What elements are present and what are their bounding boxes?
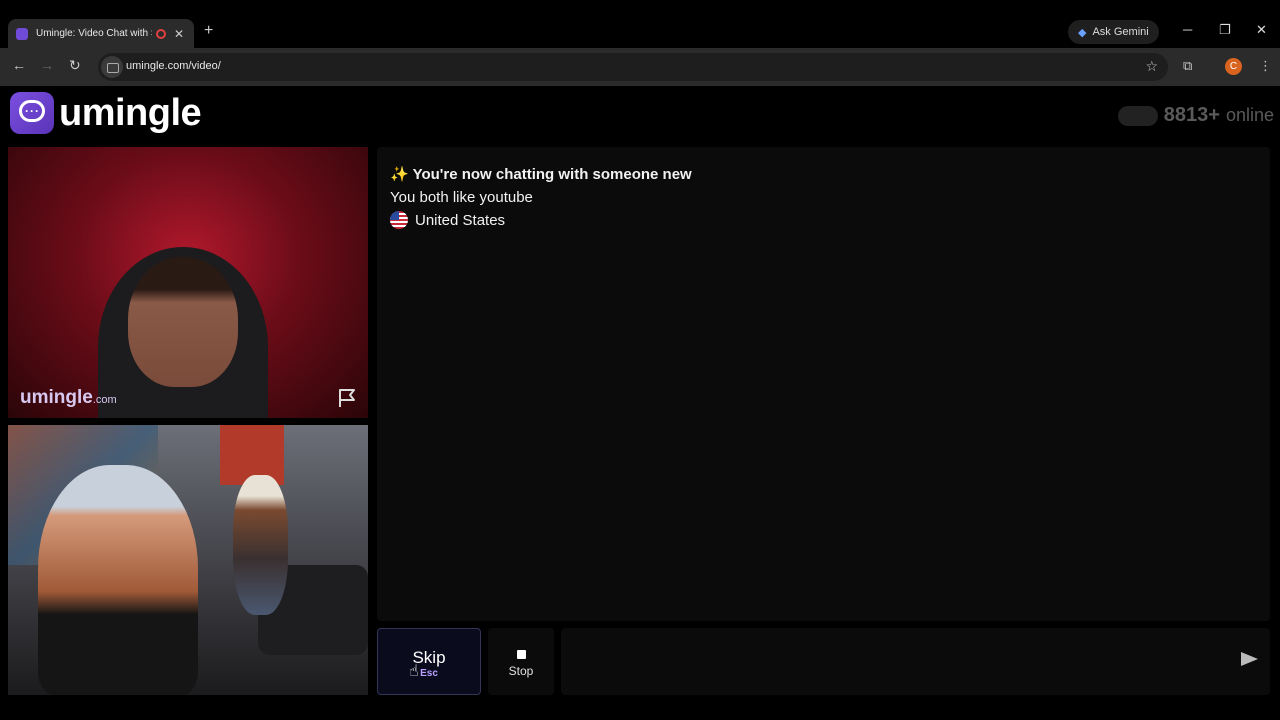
minimize-button[interactable]: ─ <box>1183 22 1192 37</box>
theme-toggle[interactable] <box>1117 105 1158 126</box>
profile-avatar[interactable]: C <box>1225 58 1242 75</box>
second-person <box>233 475 288 615</box>
stop-button[interactable]: Stop <box>488 628 554 695</box>
restore-button[interactable]: ❐ <box>1219 22 1231 38</box>
recording-indicator-icon <box>156 28 166 39</box>
skip-label: Skip <box>412 648 446 667</box>
ask-gemini-button[interactable]: ◆ Ask Gemini <box>1068 20 1159 44</box>
country-row: United States <box>390 211 1257 229</box>
url-text: umingle.com/video/ <box>126 60 221 72</box>
stop-label: Stop <box>508 664 534 678</box>
shared-interest-message: You both like youtube <box>390 189 533 206</box>
connection-message: ✨ You're now chatting with someone new <box>390 166 692 183</box>
us-flag-icon <box>390 211 408 229</box>
umingle-logo-icon[interactable]: ··· <box>10 92 54 134</box>
stranger-face <box>128 257 238 387</box>
send-arrow-icon[interactable] <box>1241 652 1258 666</box>
umingle-app: ··· umingle 8813+ online umingle.com ✨ Y… <box>0 86 1280 720</box>
report-flag-icon[interactable] <box>336 387 358 409</box>
stranger-video: umingle.com <box>8 147 368 418</box>
self-video <box>8 425 368 695</box>
chat-panel: ✨ You're now chatting with someone new Y… <box>377 147 1270 621</box>
online-count: 8813+ <box>1163 104 1220 126</box>
menu-kebab-icon[interactable]: ⋮ <box>1259 58 1272 74</box>
browser-titlebar: Umingle: Video Chat with Strangers ✕ + ◆… <box>0 16 1280 48</box>
gemini-sparkle-icon: ◆ <box>1078 26 1087 39</box>
stop-square-icon <box>516 650 526 659</box>
address-bar[interactable]: umingle.com/video/ ☆ <box>98 53 1168 81</box>
country-label: United States <box>415 211 506 229</box>
tab-title: Umingle: Video Chat with Strangers <box>36 28 152 39</box>
reload-icon[interactable]: ↻ <box>69 57 81 74</box>
ask-gemini-label: Ask Gemini <box>1092 26 1149 38</box>
message-input[interactable] <box>571 648 1211 674</box>
online-indicator: 8813+ online <box>1117 104 1274 127</box>
site-info-icon[interactable] <box>101 56 123 78</box>
browser-tab[interactable]: Umingle: Video Chat with Strangers ✕ <box>8 19 194 48</box>
tab-close-icon[interactable]: ✕ <box>174 27 184 41</box>
umingle-watermark: umingle.com <box>20 387 117 408</box>
online-label: online <box>1225 105 1274 125</box>
self-person <box>38 465 198 695</box>
message-box <box>561 628 1270 695</box>
back-arrow-icon[interactable]: ← <box>12 57 26 73</box>
umingle-favicon-icon <box>16 27 28 40</box>
hand-cursor-icon: ☝ <box>409 663 419 680</box>
skip-shortcut: Esc <box>420 668 438 679</box>
tab-search-icon[interactable]: ⧉ <box>1183 58 1192 74</box>
skip-button[interactable]: Skip Esc <box>377 628 481 695</box>
forward-arrow-icon[interactable]: → <box>40 57 54 73</box>
browser-toolbar: ← → ↻ umingle.com/video/ ☆ ⧉ C ⋮ <box>0 48 1280 86</box>
bookmark-star-icon[interactable]: ☆ <box>1145 58 1158 75</box>
close-window-button[interactable]: ✕ <box>1256 22 1267 38</box>
logo-text[interactable]: umingle <box>59 92 202 135</box>
new-tab-button[interactable]: + <box>204 22 213 40</box>
